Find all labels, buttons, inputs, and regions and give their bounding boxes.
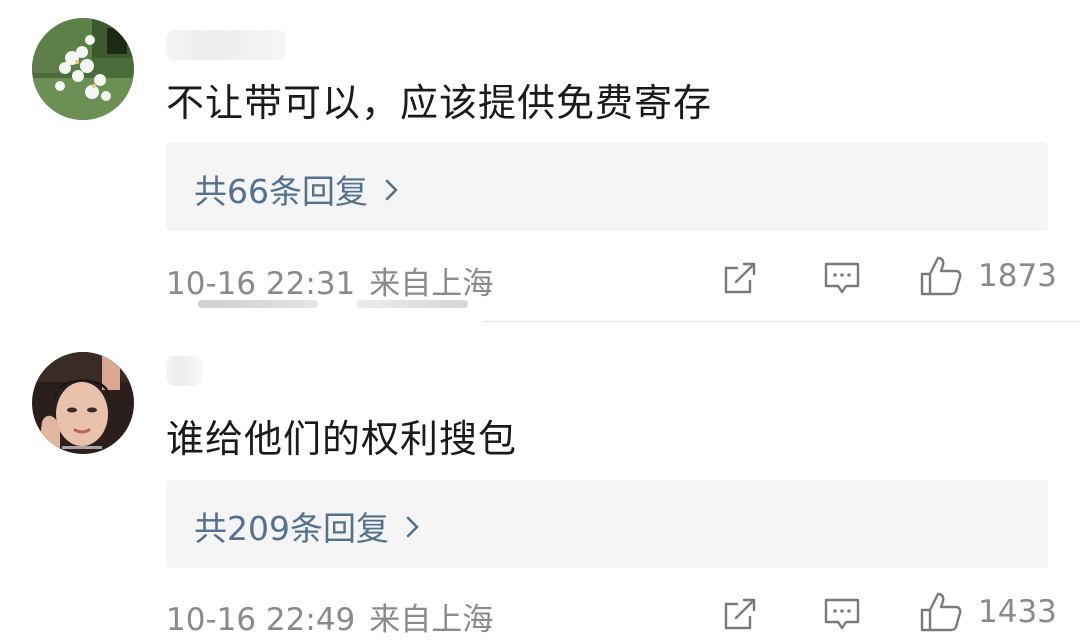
reply-summary-box[interactable]: 共66条回复	[166, 143, 1048, 231]
comment-icon	[824, 262, 860, 294]
comment-icon	[824, 598, 860, 630]
comment-time: 10-16 22:49	[166, 602, 356, 638]
share-icon	[724, 598, 756, 630]
like-button[interactable]	[918, 590, 964, 638]
avatar-image	[32, 352, 134, 454]
username-blurred[interactable]	[166, 356, 202, 386]
reply-summary-link[interactable]: 共209条回复	[194, 502, 421, 550]
share-button[interactable]	[720, 594, 760, 638]
like-count: 1873	[978, 258, 1057, 294]
comment-location: 来自上海	[369, 266, 494, 302]
avatar[interactable]	[32, 18, 134, 120]
chevron-right-icon	[384, 171, 400, 210]
like-icon	[920, 592, 962, 632]
reply-summary-link[interactable]: 共66条回复	[194, 165, 400, 213]
comment-meta: 10-16 22:31 来自上海	[166, 258, 493, 303]
reply-summary-text: 共66条回复	[194, 172, 368, 211]
like-button[interactable]	[918, 254, 964, 302]
blurred-strip	[356, 300, 468, 308]
avatar-image	[32, 18, 134, 120]
comment-button[interactable]	[822, 594, 862, 638]
comment-item: 不让带可以，应该提供免费寄存 共66条回复 10-16 22:31 来自上海 18…	[0, 0, 1080, 320]
chevron-right-icon	[405, 508, 421, 547]
comment-location: 来自上海	[369, 602, 494, 638]
reply-summary-box[interactable]: 共209条回复	[166, 480, 1048, 568]
blurred-strip	[198, 300, 318, 308]
comment-time: 10-16 22:31	[166, 266, 356, 302]
comment-text: 谁给他们的权利搜包	[166, 417, 518, 461]
like-count: 1433	[978, 594, 1057, 630]
comment-text: 不让带可以，应该提供免费寄存	[166, 81, 713, 125]
comment-meta: 10-16 22:49 来自上海	[166, 594, 493, 639]
share-button[interactable]	[720, 258, 760, 302]
avatar[interactable]	[32, 352, 134, 454]
reply-summary-text: 共209条回复	[194, 509, 389, 548]
comment-item: 谁给他们的权利搜包 共209条回复 10-16 22:49 来自上海 1433	[0, 322, 1080, 642]
username-blurred[interactable]	[166, 30, 286, 60]
share-icon	[724, 262, 756, 294]
like-icon	[920, 256, 962, 296]
comment-button[interactable]	[822, 258, 862, 302]
